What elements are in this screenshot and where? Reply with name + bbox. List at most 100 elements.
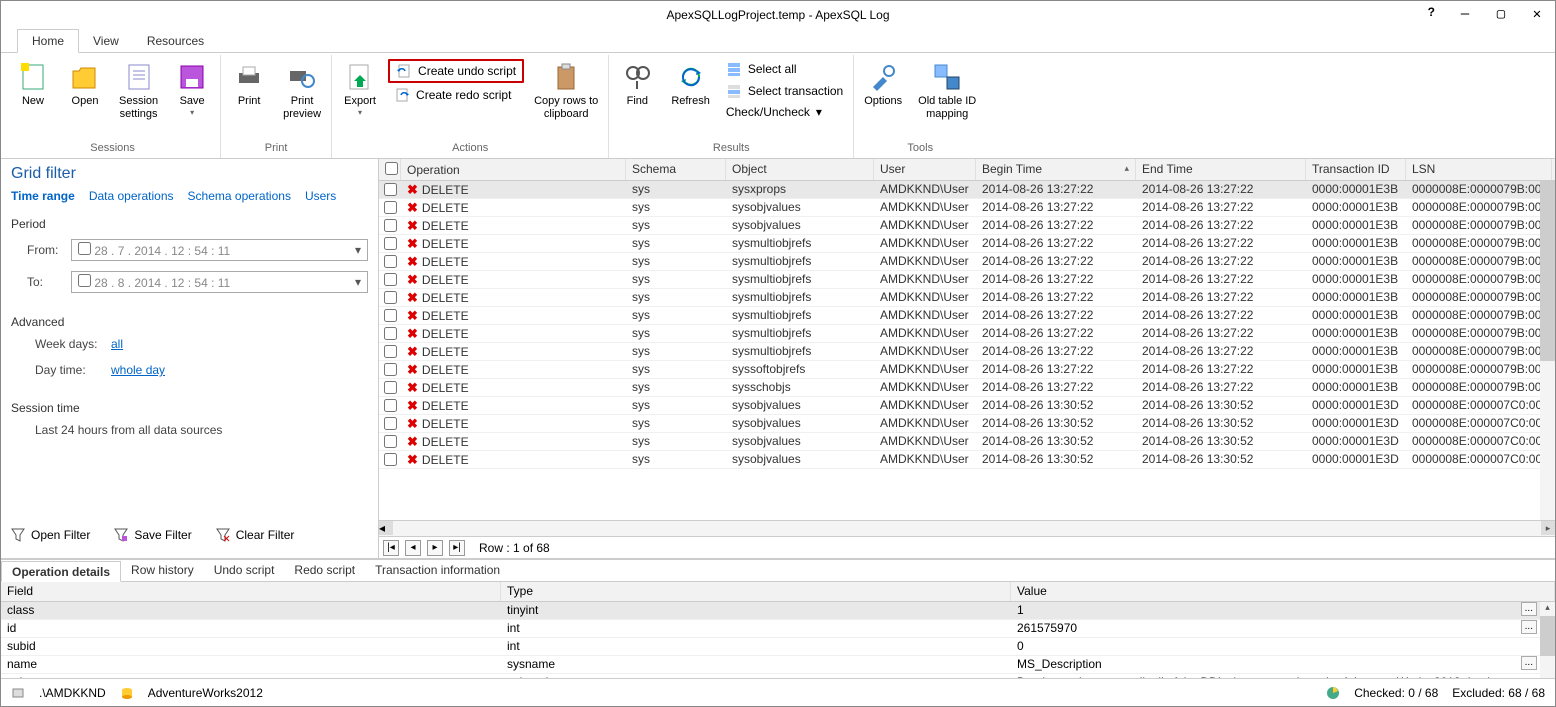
help-button[interactable]: ? — [1428, 5, 1435, 19]
ellipsis-button[interactable]: ... — [1521, 602, 1537, 616]
options-button[interactable]: Options — [858, 57, 908, 112]
table-row[interactable]: ✖ DELETEsyssysmultiobjrefsAMDKKND\User20… — [379, 325, 1555, 343]
row-checkbox[interactable] — [384, 453, 397, 466]
row-checkbox[interactable] — [384, 201, 397, 214]
col-schema[interactable]: Schema — [626, 159, 726, 180]
day-time-link[interactable]: whole day — [111, 363, 165, 377]
detail-tab-undo[interactable]: Undo script — [204, 560, 285, 581]
clear-filter-button[interactable]: Clear Filter — [216, 528, 295, 542]
col-field[interactable]: Field — [1, 582, 501, 601]
minimize-button[interactable]: — — [1451, 3, 1479, 25]
row-checkbox[interactable] — [384, 435, 397, 448]
to-date-input[interactable]: 28 . 8 . 2014 . 12 : 54 : 11▾ — [71, 271, 368, 293]
filter-tab-time-range[interactable]: Time range — [11, 189, 75, 203]
row-checkbox[interactable] — [384, 183, 397, 196]
detail-vscroll[interactable]: ▴ — [1540, 602, 1555, 678]
row-checkbox[interactable] — [384, 237, 397, 250]
select-all-checkbox[interactable] — [385, 162, 398, 175]
table-row[interactable]: ✖ DELETEsyssysmultiobjrefsAMDKKND\User20… — [379, 235, 1555, 253]
row-checkbox[interactable] — [384, 219, 397, 232]
detail-tab-redo[interactable]: Redo script — [284, 560, 365, 581]
table-row[interactable]: ✖ DELETEsyssysschobjsAMDKKND\User2014-08… — [379, 379, 1555, 397]
detail-row[interactable]: subidint0 — [1, 638, 1555, 656]
old-table-mapping-button[interactable]: Old table ID mapping — [912, 57, 982, 125]
table-row[interactable]: ✖ DELETEsyssysobjvaluesAMDKKND\User2014-… — [379, 433, 1555, 451]
col-begin-time[interactable]: Begin Time▴ — [976, 159, 1136, 180]
create-undo-button[interactable]: Create undo script — [388, 59, 524, 83]
table-row[interactable]: ✖ DELETEsyssysobjvaluesAMDKKND\User2014-… — [379, 415, 1555, 433]
find-button[interactable]: Find — [613, 57, 661, 112]
detail-tab-opdetails[interactable]: Operation details — [1, 561, 121, 582]
ellipsis-button[interactable]: ... — [1521, 620, 1537, 634]
save-filter-button[interactable]: Save Filter — [114, 528, 191, 542]
table-row[interactable]: ✖ DELETEsyssysmultiobjrefsAMDKKND\User20… — [379, 253, 1555, 271]
table-row[interactable]: ✖ DELETEsyssysxpropsAMDKKND\User2014-08-… — [379, 181, 1555, 199]
row-checkbox[interactable] — [384, 399, 397, 412]
filter-tab-users[interactable]: Users — [305, 189, 336, 203]
row-checkbox[interactable] — [384, 345, 397, 358]
col-end-time[interactable]: End Time — [1136, 159, 1306, 180]
pager-last-button[interactable]: ▸| — [449, 540, 465, 556]
row-checkbox[interactable] — [384, 417, 397, 430]
filter-tab-schema-ops[interactable]: Schema operations — [188, 189, 291, 203]
col-operation[interactable]: Operation — [401, 159, 626, 180]
row-checkbox[interactable] — [384, 273, 397, 286]
row-checkbox[interactable] — [384, 327, 397, 340]
ellipsis-button[interactable]: ... — [1521, 656, 1537, 670]
tab-resources[interactable]: Resources — [133, 30, 218, 52]
row-checkbox[interactable] — [384, 309, 397, 322]
refresh-button[interactable]: Refresh — [665, 57, 716, 112]
pager-next-button[interactable]: ▸ — [427, 540, 443, 556]
maximize-button[interactable]: ▢ — [1487, 3, 1515, 25]
col-user[interactable]: User — [874, 159, 976, 180]
table-row[interactable]: ✖ DELETEsyssysmultiobjrefsAMDKKND\User20… — [379, 271, 1555, 289]
tab-home[interactable]: Home — [17, 29, 79, 53]
pager-first-button[interactable]: |◂ — [383, 540, 399, 556]
select-transaction-button[interactable]: Select transaction — [720, 81, 849, 101]
detail-tab-txinfo[interactable]: Transaction information — [365, 560, 510, 581]
col-lsn[interactable]: LSN — [1406, 159, 1552, 180]
tab-view[interactable]: View — [79, 30, 133, 52]
detail-row[interactable]: classtinyint1... — [1, 602, 1555, 620]
row-checkbox[interactable] — [384, 255, 397, 268]
close-button[interactable]: ✕ — [1523, 3, 1551, 25]
row-checkbox[interactable] — [384, 363, 397, 376]
week-days-link[interactable]: all — [111, 337, 123, 351]
filter-tab-data-ops[interactable]: Data operations — [89, 189, 174, 203]
pager-prev-button[interactable]: ◂ — [405, 540, 421, 556]
col-type[interactable]: Type — [501, 582, 1011, 601]
detail-row[interactable]: namesysnameMS_Description... — [1, 656, 1555, 674]
export-button[interactable]: Export ▾ — [336, 57, 384, 121]
table-row[interactable]: ✖ DELETEsyssysmultiobjrefsAMDKKND\User20… — [379, 307, 1555, 325]
open-filter-button[interactable]: Open Filter — [11, 528, 90, 542]
new-button[interactable]: New — [9, 57, 57, 112]
check-uncheck-button[interactable]: Check/Uncheck ▾ — [720, 103, 849, 121]
select-all-button[interactable]: Select all — [720, 59, 849, 79]
from-date-input[interactable]: 28 . 7 . 2014 . 12 : 54 : 11▾ — [71, 239, 368, 261]
detail-row[interactable]: idint261575970... — [1, 620, 1555, 638]
grid-hscroll[interactable]: ◂▸ — [379, 520, 1555, 536]
copy-rows-button[interactable]: Copy rows to clipboard — [528, 57, 604, 125]
table-row[interactable]: ✖ DELETEsyssysobjvaluesAMDKKND\User2014-… — [379, 397, 1555, 415]
to-checkbox[interactable] — [78, 274, 91, 287]
row-checkbox[interactable] — [384, 381, 397, 394]
open-button[interactable]: Open — [61, 57, 109, 112]
table-row[interactable]: ✖ DELETEsyssyssoftobjrefsAMDKKND\User201… — [379, 361, 1555, 379]
print-button[interactable]: Print — [225, 57, 273, 112]
table-row[interactable]: ✖ DELETEsyssysobjvaluesAMDKKND\User2014-… — [379, 199, 1555, 217]
session-settings-button[interactable]: Session settings — [113, 57, 164, 125]
detail-tab-rowhistory[interactable]: Row history — [121, 560, 204, 581]
create-redo-button[interactable]: Create redo script — [388, 85, 524, 105]
table-row[interactable]: ✖ DELETEsyssysobjvaluesAMDKKND\User2014-… — [379, 217, 1555, 235]
col-object[interactable]: Object — [726, 159, 874, 180]
col-transaction-id[interactable]: Transaction ID — [1306, 159, 1406, 180]
col-value[interactable]: Value — [1011, 582, 1555, 601]
table-row[interactable]: ✖ DELETEsyssysmultiobjrefsAMDKKND\User20… — [379, 289, 1555, 307]
print-preview-button[interactable]: Print preview — [277, 57, 327, 125]
detail-row[interactable]: valuesql_variantDatabase trigger to audi… — [1, 674, 1555, 678]
from-checkbox[interactable] — [78, 242, 91, 255]
table-row[interactable]: ✖ DELETEsyssysmultiobjrefsAMDKKND\User20… — [379, 343, 1555, 361]
table-row[interactable]: ✖ DELETEsyssysobjvaluesAMDKKND\User2014-… — [379, 451, 1555, 469]
grid-vscroll[interactable] — [1540, 181, 1555, 522]
row-checkbox[interactable] — [384, 291, 397, 304]
